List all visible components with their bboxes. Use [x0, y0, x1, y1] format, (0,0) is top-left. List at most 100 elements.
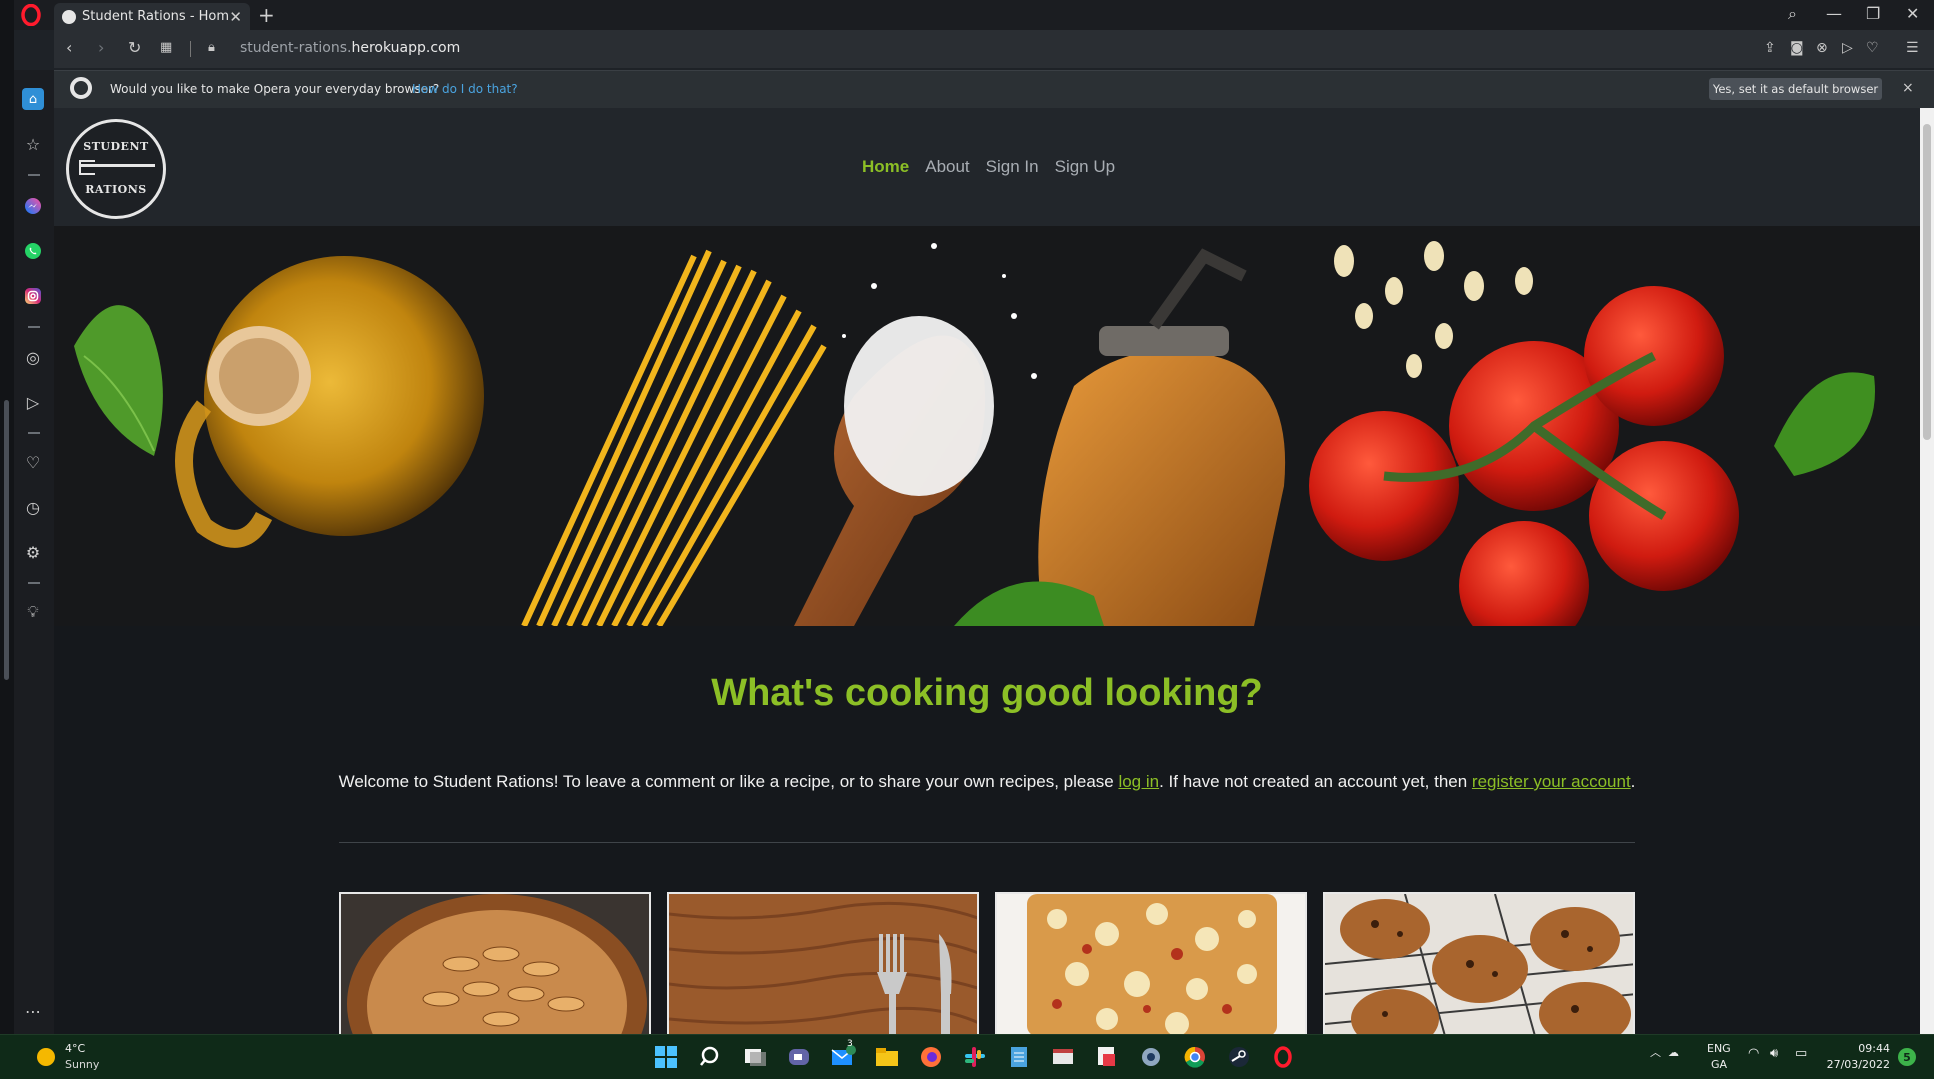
volume-icon[interactable]: 🔊︎	[1770, 1046, 1778, 1061]
banner-message: Would you like to make Opera your everyd…	[110, 82, 440, 96]
recipe-image-lasagne	[997, 894, 1305, 1034]
page-heading: What's cooking good looking?	[711, 672, 1263, 714]
page-scrollbar-thumb[interactable]	[1923, 124, 1931, 440]
reload-icon[interactable]: ↻	[128, 38, 141, 57]
snapshot-icon[interactable]: ◙	[1790, 40, 1804, 56]
sidebar-separator	[28, 174, 40, 176]
more-icon[interactable]: ⋯	[22, 1000, 44, 1022]
sidebar-separator	[28, 432, 40, 434]
url-prefix: student-rations.	[240, 40, 352, 56]
welcome-text-part: Welcome to Student Rations! To leave a c…	[338, 772, 1119, 791]
opera-logo-icon[interactable]	[20, 4, 42, 26]
back-icon[interactable]: ‹	[66, 38, 72, 57]
windows-start-icon[interactable]	[653, 1044, 679, 1070]
opera-taskbar-icon[interactable]	[1270, 1044, 1296, 1070]
recipe-image-tart	[341, 894, 649, 1034]
nav-sign-up[interactable]: Sign Up	[1055, 157, 1115, 177]
logo-text-bottom: RATIONS	[85, 183, 147, 196]
send-to-icon[interactable]: ▷	[22, 391, 44, 413]
teams-chat-icon[interactable]	[786, 1044, 812, 1070]
speed-dial-star-icon[interactable]: ☆	[22, 133, 44, 155]
lock-icon[interactable]: 🔒︎	[208, 40, 215, 55]
weather-condition[interactable]: Sunny	[65, 1058, 99, 1071]
mail-badge: 3	[847, 1039, 853, 1049]
chrome-icon[interactable]	[1182, 1044, 1208, 1070]
url-field[interactable]: student-rations.herokuapp.com	[240, 40, 460, 56]
speed-dial-icon[interactable]: ▦	[160, 40, 172, 55]
fork-icon	[79, 160, 155, 175]
favorite-icon[interactable]: ♡	[1866, 40, 1879, 56]
close-window-icon[interactable]: ✕	[1906, 4, 1919, 23]
share-icon[interactable]: ⇪	[1764, 40, 1776, 56]
home-icon[interactable]: ⌂	[22, 88, 44, 110]
tray-overflow-icon[interactable]: ︿ ☁	[1650, 1044, 1679, 1060]
tab-close-icon[interactable]: ✕	[229, 8, 242, 26]
input-language[interactable]: ENG	[1707, 1042, 1731, 1055]
send-icon[interactable]: ▷	[1842, 40, 1853, 56]
banner-close-icon[interactable]: ×	[1902, 80, 1914, 96]
register-link[interactable]: register your account	[1472, 772, 1631, 791]
player-icon[interactable]: ◎	[22, 346, 44, 368]
tips-lightbulb-icon[interactable]: 💡︎	[22, 601, 44, 623]
file-explorer-icon[interactable]	[874, 1044, 900, 1070]
recipe-image-cutlery	[669, 894, 977, 1034]
firefox-icon[interactable]	[918, 1044, 944, 1070]
nav-about[interactable]: About	[925, 157, 969, 177]
student-rations-logo[interactable]: STUDENT RATIONS	[66, 119, 166, 219]
clock-date[interactable]: 27/03/2022	[1820, 1058, 1890, 1071]
easy-setup-icon[interactable]: ☰	[1906, 40, 1919, 56]
input-language-layout[interactable]: GA	[1711, 1058, 1727, 1071]
page-scrollbar[interactable]	[1920, 108, 1934, 1034]
messenger-icon[interactable]	[22, 195, 44, 217]
section-divider	[339, 842, 1635, 843]
search-tabs-icon[interactable]: ⌕	[1788, 4, 1797, 24]
set-default-button[interactable]: Yes, set it as default browser	[1709, 78, 1882, 100]
sun-icon[interactable]	[37, 1048, 55, 1066]
recipe-image-muffins	[1325, 894, 1633, 1034]
address-divider	[190, 41, 191, 57]
whatsapp-icon[interactable]	[22, 240, 44, 262]
forward-icon[interactable]: ›	[98, 38, 104, 57]
restore-icon[interactable]: ❐	[1866, 4, 1880, 23]
left-scrollbar[interactable]	[4, 400, 9, 680]
recipe-card-lasagne[interactable]	[995, 892, 1307, 1034]
logo-text-top: STUDENT	[83, 140, 149, 153]
settings-gear-icon[interactable]: ⚙	[22, 541, 44, 563]
adblock-icon[interactable]: ⊗	[1816, 40, 1828, 56]
minimize-icon[interactable]: —	[1826, 4, 1842, 23]
search-icon[interactable]	[698, 1044, 724, 1070]
battery-icon[interactable]: ▭	[1795, 1046, 1807, 1061]
login-link[interactable]: log in	[1118, 772, 1159, 791]
tab-title: Student Rations - Home	[82, 9, 230, 24]
terminal-icon[interactable]	[1050, 1044, 1076, 1070]
url-domain: herokuapp.com	[351, 40, 461, 56]
nav-sign-in[interactable]: Sign In	[986, 157, 1039, 177]
weather-temperature[interactable]: 4°C	[65, 1042, 85, 1055]
history-icon[interactable]: ◷	[22, 496, 44, 518]
notepad-icon[interactable]	[1006, 1044, 1032, 1070]
bookmarks-heart-icon[interactable]: ♡	[22, 451, 44, 473]
instagram-icon[interactable]	[22, 285, 44, 307]
steam-icon[interactable]	[1226, 1044, 1252, 1070]
slack-icon[interactable]	[962, 1044, 988, 1070]
left-edge-strip	[0, 0, 14, 1034]
snipping-tool-icon[interactable]	[1094, 1044, 1120, 1070]
hero-ingredients-image	[54, 226, 1920, 626]
recipe-card-muffins[interactable]	[1323, 892, 1635, 1034]
welcome-text-part: .	[1630, 772, 1636, 791]
task-view-icon[interactable]	[742, 1044, 768, 1070]
nav-home[interactable]: Home	[862, 157, 909, 177]
recipe-card-placeholder[interactable]	[667, 892, 979, 1034]
tab-student-rations[interactable]: Student Rations - Home ✕	[54, 3, 250, 30]
new-tab-button[interactable]: +	[258, 3, 275, 27]
opera-banner-icon	[70, 77, 92, 99]
sidebar-separator	[28, 582, 40, 584]
settings-icon[interactable]	[1138, 1044, 1164, 1070]
wifi-icon[interactable]: ◠	[1748, 1046, 1759, 1061]
banner-help-link[interactable]: How do I do that?	[412, 82, 518, 96]
clock-time[interactable]: 09:44	[1820, 1042, 1890, 1055]
welcome-text-part: . If have not created an account yet, th…	[1159, 772, 1472, 791]
recipe-card-tart[interactable]	[339, 892, 651, 1034]
notification-badge[interactable]: 5	[1898, 1048, 1916, 1066]
browser-tab-strip	[0, 0, 1934, 30]
